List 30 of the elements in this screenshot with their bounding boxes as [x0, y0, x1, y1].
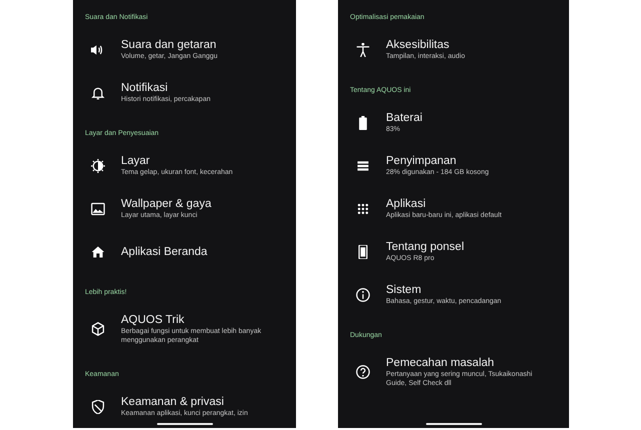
item-title[interactable]: Tentang ponsel [386, 240, 464, 254]
home-indicator[interactable] [156, 422, 212, 425]
bell-icon [91, 86, 105, 100]
item-title[interactable]: Layar [121, 154, 233, 168]
phone-icon [356, 244, 370, 258]
home-indicator[interactable] [426, 422, 482, 425]
item-title[interactable]: Aplikasi [386, 197, 502, 211]
item-title[interactable]: Aplikasi Beranda [121, 244, 208, 258]
image-icon [91, 202, 105, 216]
info-icon [356, 288, 370, 302]
item-title[interactable]: Pemecahan masalah [386, 356, 546, 370]
item-title[interactable]: Penyimpanan [386, 154, 489, 168]
storage-icon [356, 158, 370, 172]
apps-grid-icon [356, 202, 370, 216]
brightness-icon [91, 158, 105, 172]
item-title[interactable]: Aksesibilitas [386, 38, 465, 52]
item-title[interactable]: Sistem [386, 283, 502, 297]
cube-icon [91, 322, 105, 336]
item-title[interactable]: Notifikasi [121, 81, 210, 95]
item-title[interactable]: Keamanan & privasi [121, 395, 248, 409]
shield-icon [91, 400, 105, 414]
home-icon [91, 244, 105, 258]
help-icon [356, 365, 370, 379]
item-title[interactable]: Suara dan getaran [121, 38, 218, 52]
volume-icon [91, 42, 105, 56]
item-title[interactable]: Baterai [386, 111, 422, 125]
battery-icon [356, 116, 370, 130]
accessibility-icon [356, 42, 370, 56]
item-title[interactable]: AQUOS Trik [121, 313, 281, 327]
item-title[interactable]: Wallpaper & gaya [121, 197, 212, 211]
